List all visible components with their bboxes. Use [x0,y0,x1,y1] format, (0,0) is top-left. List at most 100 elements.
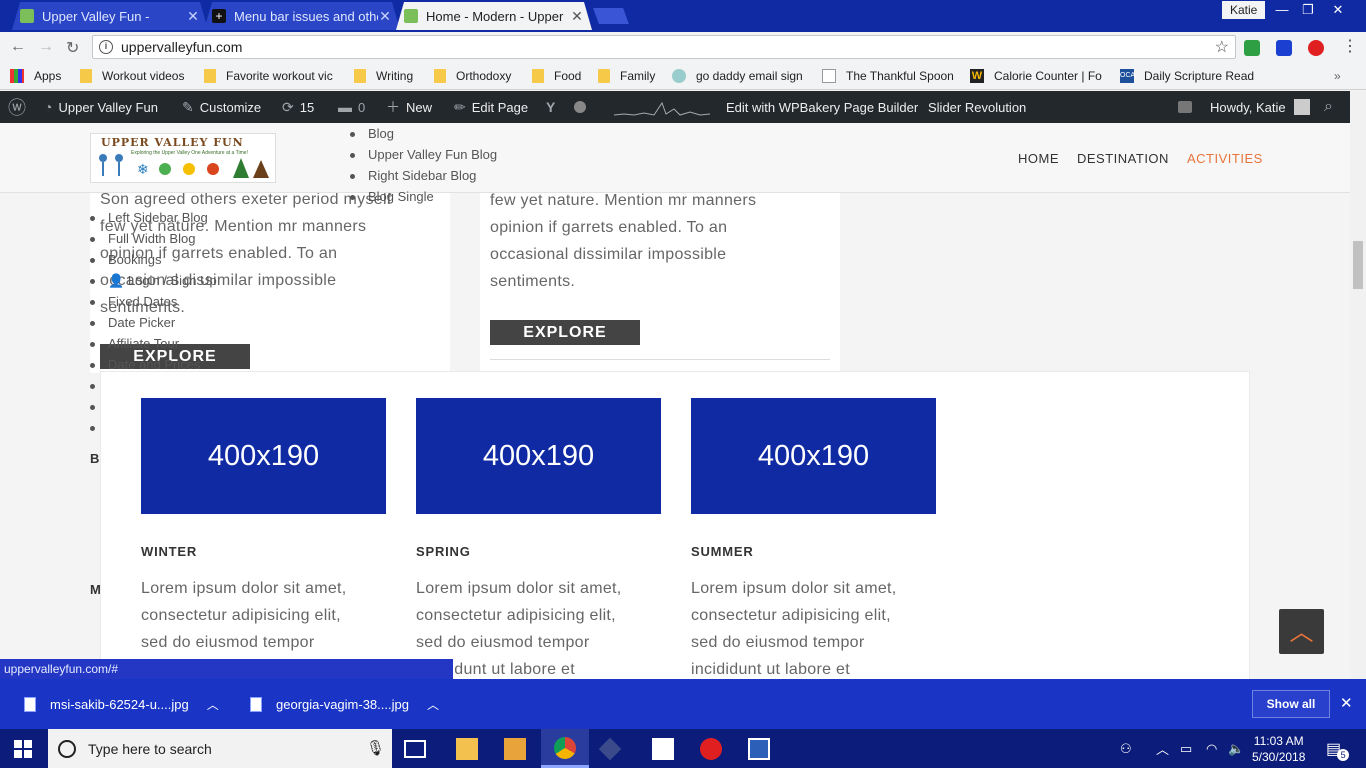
file-explorer-icon[interactable] [456,738,478,760]
bookmark-food[interactable]: Food [532,68,581,84]
scrollbar-thumb[interactable] [1353,241,1363,289]
placeholder-image[interactable]: 400x190 [416,398,661,514]
menu-item-upper-valley-fun-blog[interactable]: Upper Valley Fun Blog [350,144,497,165]
extension-icon[interactable] [1308,40,1324,56]
notifications-icon[interactable]: ▤ 5 [1326,729,1350,768]
nav-home[interactable]: HOME [1018,151,1059,166]
bookmark-apps[interactable]: Apps [10,68,61,84]
back-icon[interactable]: ← [10,38,26,56]
battery-icon[interactable]: ▭ [1180,729,1192,768]
extension-new-icon[interactable] [1276,40,1292,56]
tab-menu-bar-issues[interactable]: + Menu bar issues and othe ✕ [204,2,400,30]
bookmark-daily-scripture[interactable]: OCA Daily Scripture Read [1120,68,1254,84]
close-window-icon[interactable]: ✕ [1324,0,1352,20]
yoast-icon[interactable]: Y [546,91,561,123]
wp-edit-page[interactable]: ✏ Edit Page [454,91,528,123]
wp-updates[interactable]: ⟳ 15 [282,91,314,123]
season-title[interactable]: SPRING [416,544,661,559]
menu-item-bookings[interactable]: Bookings [90,249,217,270]
menu-item-fixed-dates[interactable]: Fixed Dates [90,291,217,312]
chevron-up-icon[interactable]: ︿ [1156,729,1169,768]
wp-wpbakery[interactable]: Edit with WPBakery Page Builder [726,91,918,123]
restore-icon[interactable]: ❐ [1294,0,1322,20]
stats-sparkline-icon[interactable] [614,91,710,123]
chrome-taskbar-button[interactable] [541,729,589,768]
url-input[interactable] [121,39,1201,55]
security-app-icon[interactable] [700,738,722,760]
search-icon[interactable]: ⌕ [1324,91,1339,123]
menu-item-affiliate-tour[interactable]: Affiliate Tour [90,333,217,354]
nav-destination[interactable]: DESTINATION [1077,151,1169,166]
wp-notification-icon[interactable] [1178,91,1192,123]
omnibox[interactable]: i ☆ [92,35,1236,59]
notifications-count: 5 [1337,748,1350,761]
wp-site-name[interactable]: ◔ Upper Valley Fun [44,91,158,123]
task-view-icon[interactable] [404,740,426,758]
menu-item-blog-single[interactable]: Blog Single [350,186,434,207]
menu-item-blog[interactable]: Blog [350,123,497,144]
bookmark-orthodoxy[interactable]: Orthodoxy [434,68,511,84]
close-icon[interactable]: ✕ [1340,694,1353,712]
close-icon[interactable]: ✕ [570,8,584,25]
clock[interactable]: 11:03 AM 5/30/2018 [1252,729,1305,768]
windows-start-icon[interactable] [14,740,32,758]
menu-item-login[interactable]: 👤 Login / Sign Up [90,270,217,291]
explore-button[interactable]: EXPLORE [490,320,640,345]
close-icon[interactable]: ✕ [378,8,392,25]
text-line: Lorem ipsum dolor sit amet, [141,580,347,597]
reload-icon[interactable]: ↻ [66,38,79,58]
season-title[interactable]: WINTER [141,544,386,559]
taskbar-search[interactable]: Type here to search 🎙 [48,729,392,768]
star-icon[interactable]: ☆ [1215,37,1229,57]
bookmark-calorie-counter[interactable]: W Calorie Counter | Fo [970,68,1102,84]
bookmark-workout-videos[interactable]: Workout videos [80,68,184,84]
wp-comments[interactable]: ▬ 0 [338,91,365,123]
menu-item-left-sidebar-blog[interactable]: Left Sidebar Blog [90,207,217,228]
info-icon[interactable]: i [99,40,113,54]
bookmark-favorite-workout[interactable]: Favorite workout vic [204,68,333,84]
wp-new[interactable]: ＋ New [386,91,432,123]
nav-activities[interactable]: ACTIVITIES [1187,151,1263,166]
close-icon[interactable]: ✕ [186,8,200,25]
volume-icon[interactable]: 🔈 [1228,729,1244,768]
page-scrollbar[interactable] [1350,91,1366,679]
site-logo[interactable]: UPPER VALLEY FUN Exploring the Upper Val… [90,133,276,183]
profile-button[interactable]: Katie [1222,1,1266,19]
scroll-to-top-button[interactable]: ︿ [1279,609,1324,654]
app-icon[interactable] [598,737,622,761]
wp-howdy[interactable]: Howdy, Katie [1210,91,1310,123]
wordpress-logo-icon[interactable]: ⓦ [8,91,32,123]
minimize-icon[interactable]: — [1268,0,1296,20]
word-icon[interactable] [748,738,770,760]
menu-item-date-picker[interactable]: Date Picker [90,312,217,333]
tab-home-modern[interactable]: Home - Modern - Upper ✕ [396,2,592,30]
wp-slider-revolution[interactable]: Slider Revolution [928,91,1026,123]
wp-customize[interactable]: ✎ Customize [182,91,261,123]
download-item[interactable]: msi-sakib-62524-u....jpg ︿ [24,679,219,729]
people-icon[interactable]: ⚇ [1120,729,1132,768]
menu-item-full-width-blog[interactable]: Full Width Blog [90,228,217,249]
download-item[interactable]: georgia-vagim-38....jpg ︿ [250,679,439,729]
chevron-up-icon[interactable]: ︿ [427,696,439,713]
tab-upper-valley-fun[interactable]: Upper Valley Fun - ✕ [12,2,208,30]
menu-icon[interactable]: ⋮ [1342,36,1358,56]
status-dot-icon[interactable] [574,91,586,123]
media-player-icon[interactable] [504,738,526,760]
forward-icon[interactable]: → [38,38,54,56]
bookmark-thankful-spoon[interactable]: The Thankful Spoon [822,68,954,84]
microphone-icon[interactable]: 🎙 [366,739,385,757]
bookmark-family[interactable]: Family [598,68,655,84]
chevron-up-icon[interactable]: ︿ [207,696,219,713]
season-title[interactable]: SUMMER [691,544,936,559]
show-all-button[interactable]: Show all [1252,690,1330,718]
placeholder-image[interactable]: 400x190 [691,398,936,514]
menu-item-right-sidebar-blog[interactable]: Right Sidebar Blog [350,165,497,186]
bookmark-writing[interactable]: Writing [354,68,413,84]
new-tab-button[interactable] [593,8,629,24]
bookmarks-overflow-button[interactable]: » [1334,68,1341,84]
wifi-icon[interactable]: ◠ [1206,729,1217,768]
sticky-notes-icon[interactable] [652,738,674,760]
placeholder-image[interactable]: 400x190 [141,398,386,514]
bookmark-godaddy[interactable]: go daddy email sign [672,68,803,84]
extension-icon[interactable] [1244,40,1260,56]
